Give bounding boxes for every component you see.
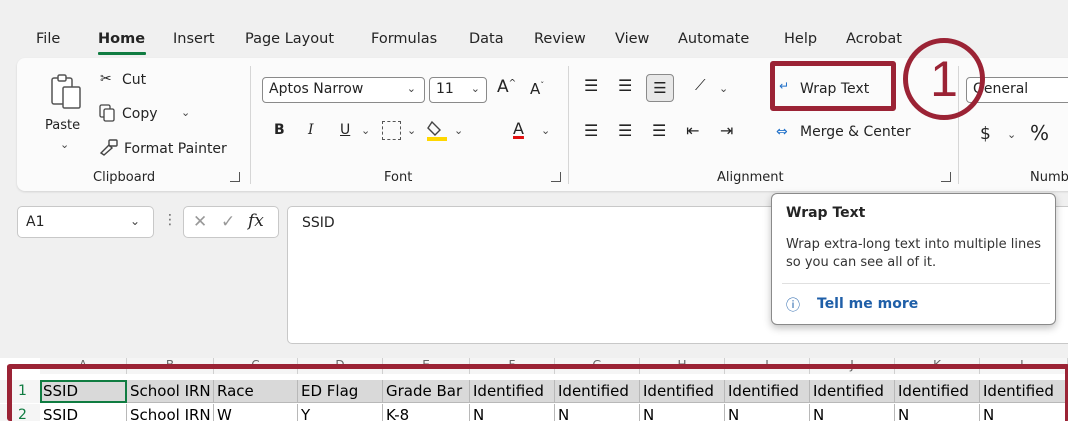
orientation-chevron-icon[interactable]: ⌄ (719, 82, 728, 95)
font-color-icon[interactable]: A (513, 119, 524, 138)
underline-button[interactable]: U (340, 122, 350, 138)
clipboard-group-label: Clipboard (93, 170, 156, 185)
copy-icon (99, 104, 116, 123)
name-box-value: A1 (26, 214, 45, 230)
tell-me-more-link[interactable]: Tell me more (817, 296, 918, 312)
paste-icon[interactable] (49, 72, 83, 110)
tab-help[interactable]: Help (784, 31, 817, 47)
ribbon-divider (568, 66, 569, 184)
tab-insert[interactable]: Insert (173, 31, 215, 47)
number-group-label: Numb (1030, 170, 1068, 185)
paste-chevron-icon[interactable]: ⌄ (60, 138, 69, 151)
top-align-icon[interactable]: ☰ (584, 76, 598, 95)
tab-file[interactable]: File (36, 31, 60, 47)
scissors-icon: ✂ (100, 71, 112, 87)
insert-function-button[interactable]: fx (248, 211, 264, 231)
wrap-text-highlight (770, 61, 896, 111)
tooltip-title: Wrap Text (786, 205, 866, 221)
currency-button[interactable]: $ (980, 124, 991, 144)
tab-home[interactable]: Home (98, 31, 145, 47)
align-center-icon[interactable]: ☰ (618, 121, 632, 140)
bold-button[interactable]: B (274, 122, 285, 138)
borders-icon[interactable] (382, 121, 401, 140)
font-dialog-launcher-icon[interactable] (551, 172, 561, 182)
font-size-chevron-icon[interactable]: ⌄ (471, 82, 480, 95)
name-box-chevron-icon[interactable]: ⌄ (130, 214, 140, 228)
decrease-indent-icon[interactable]: ⇤ (686, 121, 699, 140)
bottom-align-icon[interactable]: ☰ (646, 74, 674, 102)
name-box[interactable]: A1 ⌄ (17, 206, 154, 238)
merge-center-icon: ⇔ (776, 124, 788, 140)
borders-chevron-icon[interactable]: ⌄ (407, 124, 416, 137)
increase-font-size-icon[interactable]: A^ (497, 77, 516, 97)
step-number-badge: 1 (903, 38, 985, 120)
more-options-icon[interactable]: ⋮ (163, 212, 177, 228)
fill-color-chevron-icon[interactable]: ⌄ (454, 124, 463, 137)
font-name-value: Aptos Narrow (269, 81, 364, 97)
step-number: 1 (930, 51, 958, 107)
tab-page-layout[interactable]: Page Layout (245, 31, 334, 47)
font-size-combo[interactable]: 11 ⌄ (429, 77, 487, 103)
tab-data[interactable]: Data (469, 31, 504, 47)
copy-chevron-icon[interactable]: ⌄ (181, 106, 190, 119)
clipboard-dialog-launcher-icon[interactable] (230, 172, 240, 182)
row-highlight (7, 364, 1068, 421)
merge-center-button[interactable]: Merge & Center (800, 124, 911, 140)
increase-indent-icon[interactable]: ⇥ (720, 121, 733, 140)
percent-button[interactable]: % (1030, 121, 1049, 145)
cancel-icon[interactable]: ✕ (193, 212, 207, 232)
alignment-dialog-launcher-icon[interactable] (941, 172, 951, 182)
cut-button[interactable]: Cut (122, 72, 146, 88)
tab-automate[interactable]: Automate (678, 31, 749, 47)
alignment-group-label: Alignment (717, 170, 784, 185)
tooltip-divider (782, 283, 1050, 284)
currency-chevron-icon[interactable]: ⌄ (1007, 128, 1016, 141)
font-name-chevron-icon[interactable]: ⌄ (407, 82, 416, 95)
enter-icon[interactable]: ✓ (221, 212, 235, 232)
format-painter-icon (99, 138, 119, 156)
decrease-font-size-icon[interactable]: Aˇ (530, 80, 544, 98)
underline-chevron-icon[interactable]: ⌄ (361, 124, 370, 137)
tab-view[interactable]: View (615, 31, 649, 47)
tab-formulas[interactable]: Formulas (371, 31, 437, 47)
align-right-icon[interactable]: ☰ (652, 121, 666, 140)
font-color-chevron-icon[interactable]: ⌄ (541, 124, 550, 137)
formula-content: SSID (302, 215, 335, 231)
active-tab-indicator (98, 52, 146, 55)
tab-acrobat[interactable]: Acrobat (846, 31, 902, 47)
ribbon-divider (250, 66, 251, 184)
tab-review[interactable]: Review (534, 31, 586, 47)
wrap-text-tooltip: Wrap Text Wrap extra-long text into mult… (771, 193, 1056, 325)
tooltip-description: Wrap extra-long text into multiple lines… (786, 237, 1041, 270)
font-group-label: Font (384, 170, 413, 185)
paste-button[interactable]: Paste (45, 118, 80, 133)
font-size-value: 11 (436, 81, 454, 97)
italic-button[interactable]: I (308, 122, 314, 138)
format-painter-button[interactable]: Format Painter (124, 141, 227, 157)
copy-button[interactable]: Copy (122, 106, 158, 122)
middle-align-icon[interactable]: ☰ (618, 76, 632, 95)
font-name-combo[interactable]: Aptos Narrow ⌄ (262, 77, 425, 103)
fill-color-icon[interactable] (426, 118, 448, 142)
align-left-icon[interactable]: ☰ (584, 121, 598, 140)
orientation-icon[interactable]: ⟋ (695, 76, 706, 94)
help-icon: ⓘ (786, 298, 800, 314)
formula-controls: ✕ ✓ fx (183, 206, 279, 238)
